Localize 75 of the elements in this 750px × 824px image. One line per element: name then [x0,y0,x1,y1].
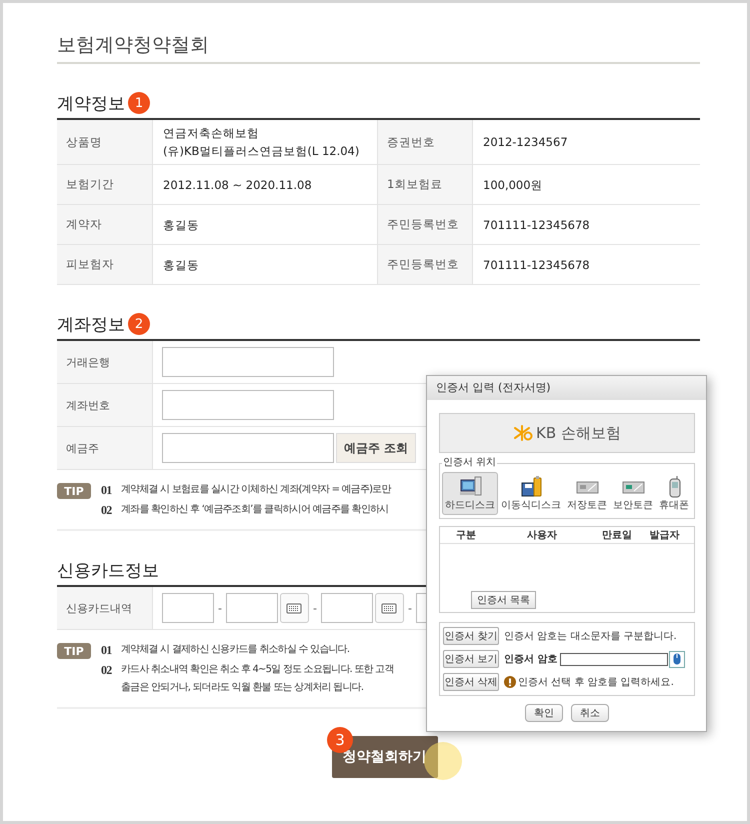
password-field[interactable] [560,652,668,666]
certificate-button[interactable]: 인증서 보기 [443,650,499,668]
section-title: 신용카드정보 [57,560,159,582]
keyboard-icon [381,602,398,614]
dialog-button[interactable]: 취소 [571,704,609,722]
column-header: 사용자 [526,529,558,542]
input-field[interactable] [162,347,334,377]
location-option[interactable]: 하드디스크 [442,472,498,515]
dash-separator: - [217,602,223,614]
input-field[interactable] [162,390,334,420]
tip-number: 02 [101,502,113,519]
password-label: 인증서 암호 [504,653,558,666]
table-cell-text: 100,000원 [482,176,544,194]
row-label: 보험기간 [57,165,153,204]
row-label: 주민등록번호 [378,205,473,244]
input-field[interactable] [226,593,278,623]
keyboard-icon [286,602,302,614]
dash-separator: - [406,602,413,614]
table-cell-text: 701111-12345678 [482,256,591,274]
row-label: 계좌번호 [57,384,153,426]
warning-text: 인증서 선택 후 암호를 입력하세요. [518,676,674,689]
certificate-button[interactable]: 인증서 찾기 [443,627,499,645]
tip-number: 01 [101,482,113,499]
row-label: 1회보험료 [378,165,473,204]
certificate-list-button[interactable]: 인증서 목록 [471,591,536,609]
location-option[interactable]: 보안토큰 [610,472,656,515]
keypad-button[interactable] [280,593,309,623]
tip-badge: TIP [57,643,91,659]
input-field[interactable] [320,593,373,623]
tip-number: 01 [101,642,113,659]
usb-disk-icon [520,475,542,498]
row-label: 신용카드내역 [57,587,153,629]
input-field[interactable] [162,433,334,463]
computer-icon [458,475,482,498]
tip-number: 02 [101,662,113,679]
group-label: 인증서 위치 [442,457,498,469]
tip-badge: TIP [57,483,91,499]
section-title: 계좌정보 [57,314,125,336]
tip-text: 계좌를 확인하신 후 ‘예금주조회’를 클릭하시어 예금주를 확인하시 [121,503,388,517]
column-header: 만료일 [601,529,633,542]
cursor-highlight [424,742,462,780]
location-option[interactable]: 휴대폰 [656,472,692,515]
input-field[interactable] [162,593,214,623]
table-cell-text: 2012-1234567 [482,134,569,151]
hint-text: 인증서 암호는 대소문자를 구분합니다. [504,630,677,643]
page-title: 보험계약청약철회 [57,33,210,58]
keypad-button[interactable] [374,593,404,623]
column-header: 발급자 [648,529,680,542]
row-label: 예금주 [57,427,153,469]
location-option[interactable]: 이동식디스크 [498,472,564,515]
mouse-icon [673,653,682,665]
location-option[interactable]: 저장토큰 [564,472,610,515]
tip-text: 계약체결 시 결제하신 신용카드를 취소하실 수 있습니다. [121,643,350,657]
row-label: 상품명 [57,120,153,164]
row-label: 피보험자 [57,245,153,284]
step-badge: 1 [128,92,150,114]
section-title: 계약정보 [57,92,125,114]
row-label: 주민등록번호 [378,245,473,284]
table-cell-text: 701111-12345678 [482,216,591,234]
row-label: 증권번호 [378,120,473,164]
row-label: 거래은행 [57,341,153,383]
step-badge: 2 [128,313,150,335]
mouse-input-button[interactable] [669,650,686,668]
dash-separator: - [312,602,318,614]
certificate-button[interactable]: 인증서 삭제 [443,673,499,691]
tip-text: 카드사 취소내역 확인은 취소 후 4~5일 정도 소요됩니다. 또한 고객 출금은 안되거나, 되더라도 익월 환불 또는 상계처리 됩니다. [121,663,394,695]
dialog-title: 인증서 입력 (전자서명) [427,376,706,400]
dialog-button[interactable]: 확인 [525,704,563,722]
brand-name: KB 손해보험 [536,424,621,442]
star-logo-icon [513,425,534,441]
lookup-button[interactable]: 예금주 조회 [336,433,416,463]
column-header: 구분 [455,529,477,542]
warning-icon [504,676,516,688]
row-label: 계약자 [57,205,153,244]
tip-text: 계약체결 시 보험료를 실시간 이체하신 계좌(계약자 = 예금주)로만 [121,483,391,497]
